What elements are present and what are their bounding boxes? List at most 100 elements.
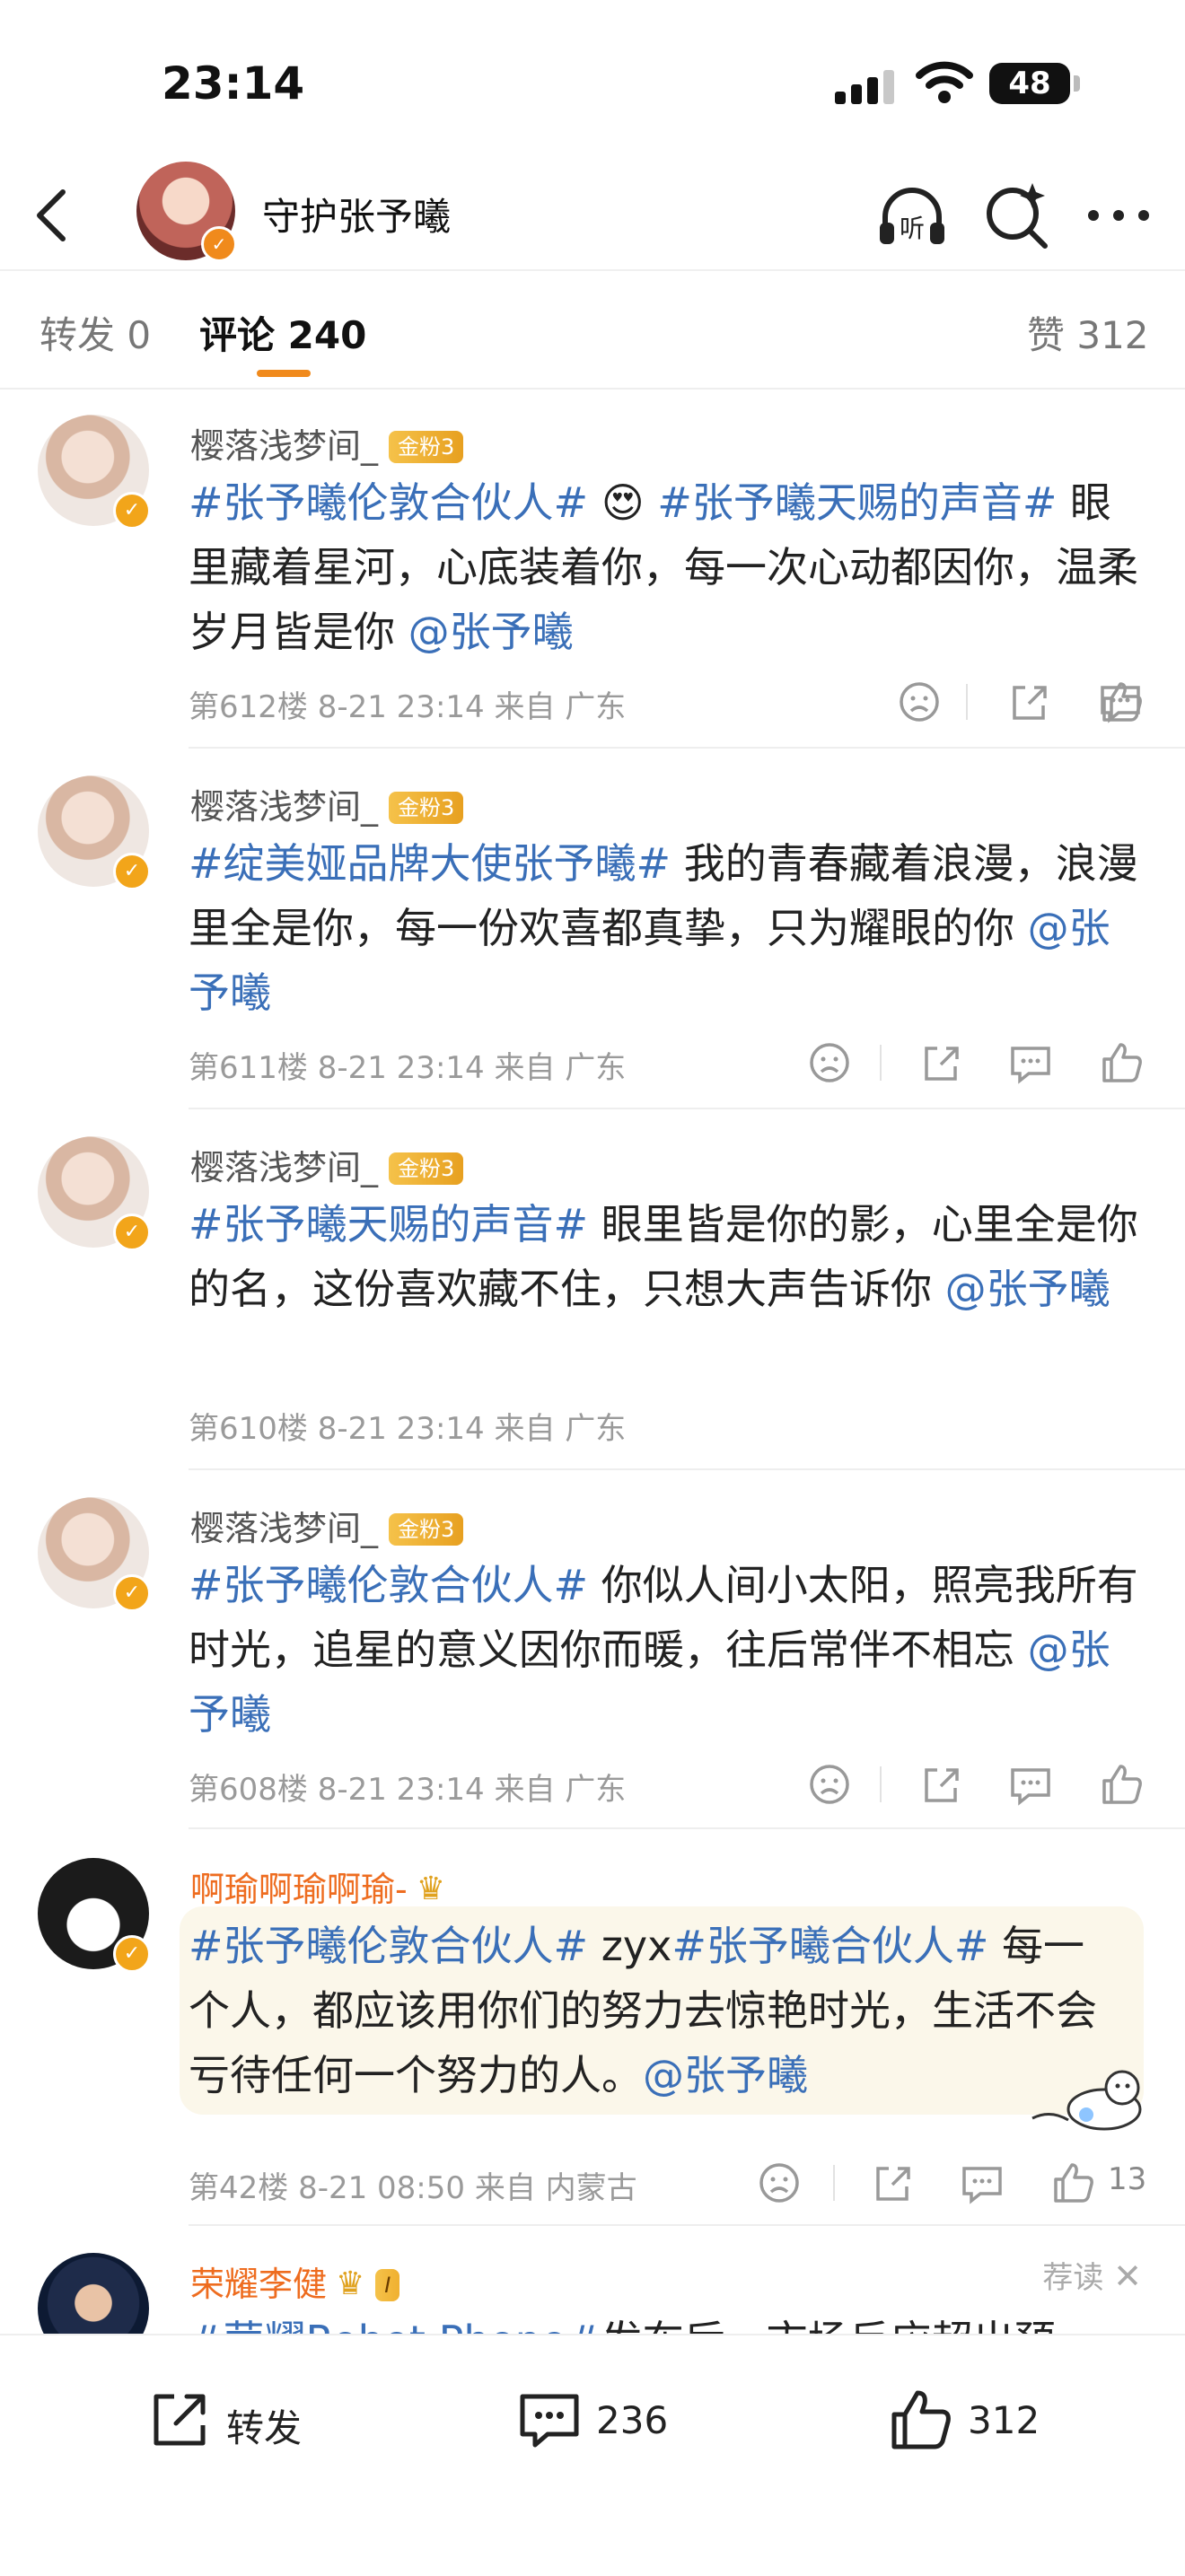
mention-link[interactable]: @张予曦 xyxy=(408,608,574,656)
comment-body: zyx xyxy=(588,1922,672,1970)
comment-text: #绽美娅品牌大使张予曦# 我的青春藏着浪漫，浪漫里全是你，每一份欢喜都真挚，只为… xyxy=(189,831,1140,1025)
like-thumb-icon[interactable] xyxy=(1097,677,1147,727)
svg-text:听: 听 xyxy=(900,214,925,243)
verified-badge-icon: ✓ xyxy=(113,1574,151,1612)
comment-meta: 第42楼 8-21 08:50 来自 内蒙古 xyxy=(189,2170,637,2206)
comment-divider xyxy=(189,747,1185,749)
comment-count: 236 xyxy=(596,2398,669,2442)
listen-headphone-icon[interactable]: 听 xyxy=(874,178,950,253)
commenter-name[interactable]: 樱落浅梦间_ 金粉3 xyxy=(190,1140,464,1189)
commenter-name-text[interactable]: 樱落浅梦间_ xyxy=(190,787,378,827)
comment-body: 发布后，市场反应超出预 xyxy=(601,2317,1056,2334)
back-arrow-icon[interactable] xyxy=(25,180,79,251)
like-thumb-icon xyxy=(891,2390,951,2449)
comment-text: #张予曦天赐的声音# 眼里皆是你的影，心里全是你的名，这份喜欢藏不住，只想大声告… xyxy=(189,1192,1140,1321)
detail-tabs: 转发 0 评论 240 赞 312 xyxy=(0,269,1185,390)
share-icon[interactable] xyxy=(1004,677,1054,727)
tab-comments[interactable]: 评论 240 xyxy=(199,305,366,360)
hashtag-link[interactable]: #张予曦天赐的声音# xyxy=(657,478,1057,527)
share-icon[interactable] xyxy=(867,2158,917,2208)
like-thumb-icon[interactable] xyxy=(1097,1759,1147,1809)
wifi-icon xyxy=(916,61,973,103)
comment-meta: 第610楼 8-21 23:14 来自 广东 xyxy=(189,1411,627,1447)
status-bar: 23:14 48 xyxy=(0,0,1185,162)
share-icon[interactable] xyxy=(916,1759,966,1809)
like-thumb-icon[interactable] xyxy=(1049,2158,1099,2208)
verified-badge-icon: ✓ xyxy=(113,1214,151,1251)
like-thumb-icon[interactable] xyxy=(1097,1038,1147,1088)
comment-text: #张予曦伦敦合伙人# zyx#张予曦合伙人# 每一个人，都应该用你们的努力去惊艳… xyxy=(189,1914,1122,2107)
repost-icon xyxy=(154,2394,206,2446)
tab-repost[interactable]: 转发 0 xyxy=(40,305,151,360)
comment-item: 荣耀李健♛ I 荐读 ✕ #荣耀Robot Phone#发布后，市场反应超出预 xyxy=(0,2253,1185,2334)
crown-vip-icon: ♛ xyxy=(336,2265,365,2302)
repost-label: 转发 xyxy=(226,2406,303,2450)
commenter-name-text[interactable]: 荣耀李健 xyxy=(190,2265,327,2304)
commenter-avatar[interactable] xyxy=(38,2253,149,2334)
dislike-face-icon[interactable] xyxy=(754,2158,804,2208)
dislike-face-icon[interactable] xyxy=(894,677,944,727)
comment-divider xyxy=(189,1468,1185,1470)
fan-level-badge: 金粉3 xyxy=(389,431,464,463)
action-divider xyxy=(966,684,968,720)
hashtag-link[interactable]: #张予曦天赐的声音# xyxy=(189,1200,588,1249)
fan-level-badge: 金粉3 xyxy=(389,792,464,824)
commenter-name-text[interactable]: 樱落浅梦间_ xyxy=(190,1509,378,1548)
page-title[interactable]: 守护张予曦 xyxy=(262,187,451,241)
like-count: 13 xyxy=(1108,2161,1147,2197)
user-level-badge: I xyxy=(375,2269,400,2301)
comment-meta: 第611楼 8-21 23:14 来自 广东 xyxy=(189,1050,627,1086)
battery-tip xyxy=(1074,75,1080,92)
commenter-name[interactable]: 啊瑜啊瑜啊瑜- ♛ xyxy=(190,1862,445,1911)
comment-divider xyxy=(189,1108,1185,1109)
cellular-signal-icon xyxy=(835,68,898,104)
more-options-icon[interactable] xyxy=(1081,178,1156,253)
commenter-name-text[interactable]: 啊瑜啊瑜啊瑜- xyxy=(190,1870,408,1909)
comment-button[interactable]: 236 xyxy=(514,2384,729,2456)
hashtag-link[interactable]: #荣耀Robot Phone# xyxy=(189,2317,601,2334)
comment-meta: 第612楼 8-21 23:14 来自 广东 xyxy=(189,689,627,725)
recommend-label: 荐读 ✕ xyxy=(1042,2253,1142,2297)
reply-comment-icon[interactable] xyxy=(1005,1759,1056,1809)
comment-divider xyxy=(189,2224,1185,2226)
commenter-name[interactable]: 樱落浅梦间_ 金粉3 xyxy=(190,1501,464,1550)
commenter-name[interactable]: 樱落浅梦间_ 金粉3 xyxy=(190,418,464,468)
status-time: 23:14 xyxy=(162,57,305,110)
action-divider xyxy=(880,1766,882,1802)
reply-comment-icon[interactable] xyxy=(1005,1038,1056,1088)
action-divider xyxy=(833,2165,835,2201)
crown-vip-icon: ♛ xyxy=(416,1871,445,1907)
commenter-name[interactable]: 荣耀李健 ♛ I xyxy=(190,2256,400,2306)
share-icon[interactable] xyxy=(916,1038,966,1088)
like-button[interactable]: 312 xyxy=(885,2384,1101,2456)
comment-text: #荣耀Robot Phone#发布后，市场反应超出预 xyxy=(189,2309,1140,2334)
close-icon[interactable]: ✕ xyxy=(1113,2256,1142,2296)
hashtag-link[interactable]: #张予曦伦敦合伙人# xyxy=(189,1922,588,1970)
commenter-name-text[interactable]: 樱落浅梦间_ xyxy=(190,426,378,466)
verified-badge-icon: ✓ xyxy=(113,853,151,890)
comment-text: #张予曦伦敦合伙人# 😍 #张予曦天赐的声音# 眼里藏着星河，心底装着你，每一次… xyxy=(189,470,1140,664)
reply-comment-icon[interactable] xyxy=(957,2158,1007,2208)
emoji: 😍 xyxy=(588,478,658,527)
comment-meta: 第608楼 8-21 23:14 来自 广东 xyxy=(189,1772,627,1808)
mention-link[interactable]: @张予曦 xyxy=(945,1265,1110,1313)
search-icon[interactable] xyxy=(979,178,1054,253)
hashtag-link[interactable]: #张予曦伦敦合伙人# xyxy=(189,478,588,527)
commenter-name-text[interactable]: 樱落浅梦间_ xyxy=(190,1148,378,1187)
recommend-text: 荐读 xyxy=(1042,2260,1104,2296)
comment-bubble-icon xyxy=(520,2394,579,2448)
hashtag-link[interactable]: #绽美娅品牌大使张予曦# xyxy=(189,839,671,888)
hashtag-link[interactable]: #张予曦合伙人# xyxy=(672,1922,988,1970)
mention-link[interactable]: @张予曦 xyxy=(643,2051,808,2099)
comment-divider xyxy=(189,1827,1185,1829)
tab-likes[interactable]: 赞 312 xyxy=(1027,305,1149,360)
dislike-face-icon[interactable] xyxy=(804,1038,855,1088)
fan-level-badge: 金粉3 xyxy=(389,1152,464,1185)
top-nav-bar: ✓ 守护张予曦 听 xyxy=(0,162,1185,271)
repost-button[interactable]: 转发 xyxy=(144,2384,359,2456)
bottom-action-bar: 转发 236 312 xyxy=(0,2334,1185,2576)
dislike-face-icon[interactable] xyxy=(804,1759,855,1809)
commenter-name[interactable]: 樱落浅梦间_ 金粉3 xyxy=(190,779,464,828)
comment-text: #张予曦伦敦合伙人# 你似人间小太阳，照亮我所有时光，追星的意义因你而暖，往后常… xyxy=(189,1553,1140,1747)
hashtag-link[interactable]: #张予曦伦敦合伙人# xyxy=(189,1561,588,1609)
